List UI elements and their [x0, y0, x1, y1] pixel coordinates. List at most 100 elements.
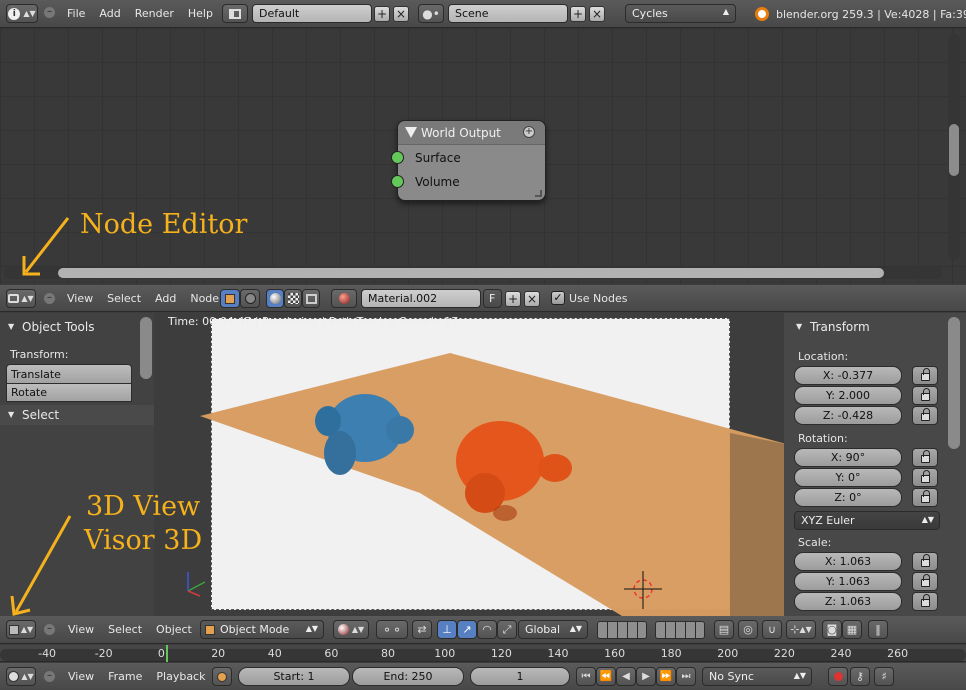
collapse-menu-icon[interactable]: –: [44, 671, 55, 682]
shader-type-world-button[interactable]: [240, 289, 260, 308]
current-frame-field[interactable]: 1: [470, 667, 570, 686]
prev-keyframe-button[interactable]: ⏪: [596, 667, 616, 686]
screen-layout-icon[interactable]: [222, 4, 248, 23]
material-browse-button[interactable]: [331, 289, 357, 308]
remove-scene-button[interactable]: ×: [589, 6, 605, 22]
use-nodes-checkbox[interactable]: ✓: [551, 291, 565, 305]
scale-z-field[interactable]: Z: 1.063: [794, 592, 902, 611]
scene-icon[interactable]: ●•: [418, 4, 444, 23]
start-frame-field[interactable]: Start: 1: [238, 667, 350, 686]
rotation-z-field[interactable]: Z: 0°: [794, 488, 902, 507]
collapse-triangle-icon[interactable]: [405, 127, 417, 138]
menu-render[interactable]: Render: [135, 7, 174, 20]
add-scene-button[interactable]: +: [570, 6, 586, 22]
scrollbar-thumb[interactable]: [58, 268, 884, 278]
menu-playback[interactable]: Playback: [156, 670, 205, 683]
rotation-x-field[interactable]: X: 90°: [794, 448, 902, 467]
surface-socket[interactable]: [391, 151, 404, 164]
lock-scale-x-button[interactable]: [912, 552, 938, 571]
opengl-render-button[interactable]: ◙: [822, 620, 842, 639]
properties-scrollbar[interactable]: [948, 317, 960, 449]
rotation-y-field[interactable]: Y: 0°: [794, 468, 902, 487]
node-editor-vertical-scrollbar[interactable]: [948, 34, 960, 260]
layers-grid-b[interactable]: [655, 621, 705, 639]
menu-object[interactable]: Object: [156, 623, 192, 636]
collapse-menu-icon[interactable]: –: [44, 624, 55, 635]
location-x-field[interactable]: X: -0.377: [794, 366, 902, 385]
location-y-field[interactable]: Y: 2.000: [794, 386, 902, 405]
sync-mode-select[interactable]: No Sync ▲▼: [702, 667, 812, 686]
menu-view[interactable]: View: [68, 670, 94, 683]
menu-select[interactable]: Select: [108, 623, 142, 636]
add-material-button[interactable]: +: [505, 291, 521, 307]
node-editor-horizontal-scrollbar[interactable]: [4, 267, 942, 279]
current-frame-indicator[interactable]: [166, 645, 169, 662]
lock-scale-z-button[interactable]: [912, 592, 938, 611]
scrollbar-thumb[interactable]: [949, 124, 959, 176]
record-button[interactable]: [828, 667, 848, 686]
menu-view[interactable]: View: [68, 623, 94, 636]
location-z-field[interactable]: Z: -0.428: [794, 406, 902, 425]
collapse-menu-icon[interactable]: –: [44, 293, 55, 304]
transform-panel-header[interactable]: ▼ Transform: [784, 317, 944, 337]
node-preview-toggle-icon[interactable]: +: [523, 126, 535, 138]
add-screen-button[interactable]: +: [374, 6, 390, 22]
manipulator-toggle-button[interactable]: ⇄: [412, 620, 432, 639]
lock-scale-y-button[interactable]: [912, 572, 938, 591]
move-manipulator-button[interactable]: ↗: [457, 620, 477, 639]
snap-toggle-button[interactable]: ∪: [762, 620, 782, 639]
lock-rotation-x-button[interactable]: [912, 448, 938, 467]
pivot-point-select[interactable]: ⚬⚬: [376, 620, 408, 639]
menu-view[interactable]: View: [67, 292, 93, 305]
play-reverse-button[interactable]: ◀: [616, 667, 636, 686]
lock-camera-layers-button[interactable]: ▤: [714, 620, 734, 639]
menu-add[interactable]: Add: [155, 292, 176, 305]
fake-user-button[interactable]: F: [483, 289, 502, 308]
remove-material-button[interactable]: ×: [524, 291, 540, 307]
lock-location-y-button[interactable]: [912, 386, 938, 405]
node-resize-handle-icon[interactable]: [535, 190, 542, 197]
menu-frame[interactable]: Frame: [108, 670, 142, 683]
material-name-field[interactable]: Material.002: [361, 289, 481, 308]
opengl-render-animation-button[interactable]: ▦: [842, 620, 862, 639]
rotate-manipulator-button[interactable]: ◠: [477, 620, 497, 639]
material-shading-button[interactable]: [266, 289, 284, 308]
menu-help[interactable]: Help: [188, 7, 213, 20]
view3d-area[interactable]: ▼ Object Tools Transform: Translate Rota…: [0, 313, 966, 616]
view-toggle-button[interactable]: ‖: [868, 620, 888, 639]
keying-set-button[interactable]: ⚷: [850, 667, 870, 686]
remove-screen-button[interactable]: ×: [393, 6, 409, 22]
editor-type-timeline-button[interactable]: ▲▼: [6, 667, 36, 686]
translate-manipulator-button[interactable]: ⊥: [437, 620, 457, 639]
menu-select[interactable]: Select: [107, 292, 141, 305]
scale-y-field[interactable]: Y: 1.063: [794, 572, 902, 591]
backdrop-button[interactable]: [302, 289, 320, 308]
auto-keying-button[interactable]: ♯: [874, 667, 894, 686]
lock-location-z-button[interactable]: [912, 406, 938, 425]
shader-type-object-button[interactable]: [220, 289, 240, 308]
transform-orientation-select[interactable]: Global ▲▼: [518, 620, 588, 639]
lock-location-x-button[interactable]: [912, 366, 938, 385]
play-button[interactable]: ▶: [636, 667, 656, 686]
menu-node[interactable]: Node: [190, 292, 219, 305]
volume-socket[interactable]: [391, 175, 404, 188]
menu-file[interactable]: File: [67, 7, 85, 20]
menu-add[interactable]: Add: [99, 7, 120, 20]
lock-rotation-z-button[interactable]: [912, 488, 938, 507]
editor-type-view3d-button[interactable]: ▲▼: [6, 620, 36, 639]
next-keyframe-button[interactable]: ⏩: [656, 667, 676, 686]
panel-collapse-icon[interactable]: ▼: [796, 322, 802, 331]
texture-button[interactable]: [284, 289, 302, 308]
node-header[interactable]: World Output +: [398, 121, 545, 145]
proportional-edit-button[interactable]: ◎: [738, 620, 758, 639]
end-frame-field[interactable]: End: 250: [352, 667, 464, 686]
collapse-menu-icon[interactable]: –: [44, 7, 55, 18]
interaction-mode-select[interactable]: Object Mode ▲▼: [200, 620, 324, 639]
screen-layout-field[interactable]: Default: [252, 4, 372, 23]
jump-end-button[interactable]: ⏭: [676, 667, 696, 686]
preview-range-button[interactable]: [212, 667, 232, 686]
render-engine-select[interactable]: Cycles ▲: [625, 4, 736, 23]
layers-grid-a[interactable]: [597, 621, 647, 639]
editor-type-info-button[interactable]: i ▲▼: [6, 4, 38, 23]
rotation-mode-select[interactable]: XYZ Euler ▲▼: [794, 511, 940, 530]
